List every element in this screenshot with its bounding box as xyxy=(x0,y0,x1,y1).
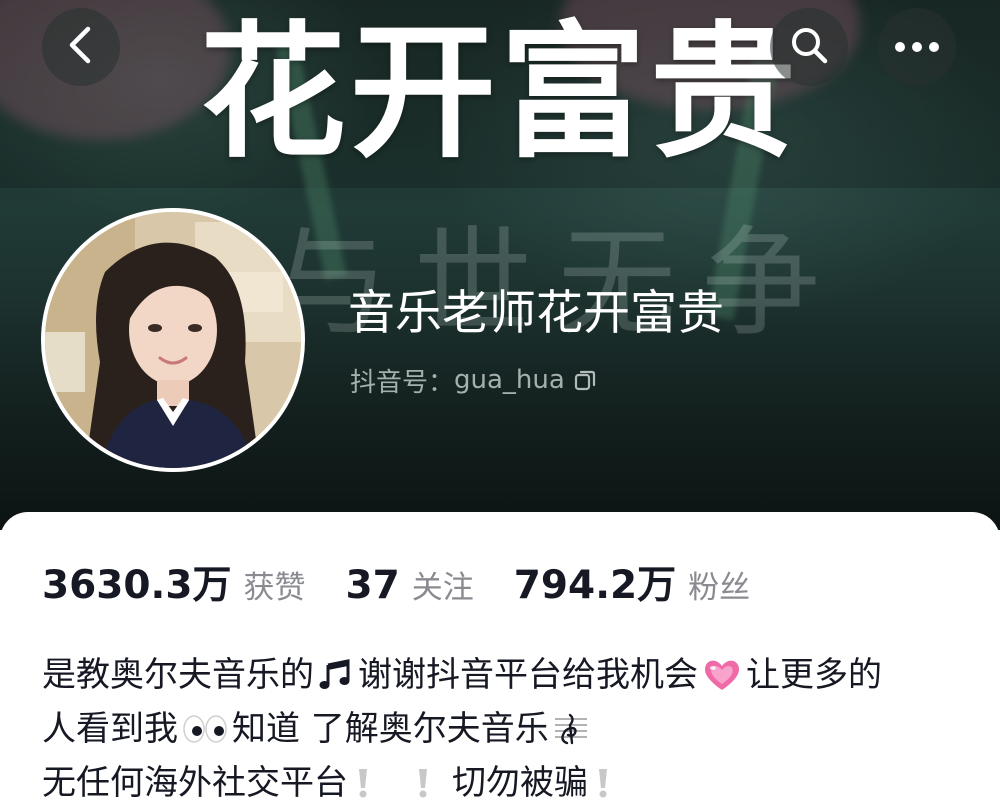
avatar-photo xyxy=(45,212,301,468)
search-button[interactable] xyxy=(770,8,848,86)
followers-count: 794.2万 xyxy=(513,563,677,608)
id-label: 抖音号： xyxy=(350,367,455,398)
bio-line-2: 人看到我 知道 了解奥尔夫音乐 xyxy=(42,702,972,756)
bio-text: 谢谢抖音平台给我机会 xyxy=(358,655,698,695)
bio-line-3: 无任何海外社交平台 切勿被骗 xyxy=(42,756,972,810)
avatar[interactable] xyxy=(41,208,305,472)
douyin-id-row[interactable]: 抖音号： gua_hua xyxy=(350,362,597,398)
copy-icon[interactable] xyxy=(573,368,597,392)
exclamation-icon xyxy=(592,766,614,800)
profile-bio: 是教奥尔夫音乐的 谢谢抖音平台给我机会 让更多的 人看到我 知道 了解奥尔夫音乐… xyxy=(42,648,972,810)
likes-label: 获赞 xyxy=(243,570,306,606)
chevron-left-icon xyxy=(66,25,96,69)
display-name: 音乐老师花开富贵 xyxy=(348,286,724,341)
following-label: 关注 xyxy=(411,570,474,606)
bio-text: 无任何海外社交平台 xyxy=(42,763,348,803)
more-button[interactable] xyxy=(878,8,956,86)
following-count: 37 xyxy=(345,563,400,608)
bio-line-1: 是教奥尔夫音乐的 谢谢抖音平台给我机会 让更多的 xyxy=(42,648,972,702)
exclamation-icon xyxy=(352,766,374,800)
followers-label: 粉丝 xyxy=(688,570,751,606)
heart-icon xyxy=(702,657,742,693)
bio-text: 让更多的 xyxy=(746,655,882,695)
stat-following[interactable]: 37 关注 xyxy=(346,562,474,608)
musical-score-icon xyxy=(553,711,589,747)
banner-title: 花开富贵 xyxy=(200,8,800,178)
bio-text: 人看到我 xyxy=(42,709,178,749)
stats-row: 3630.3万 获赞 37 关注 794.2万 粉丝 xyxy=(42,554,750,610)
more-icon xyxy=(894,38,940,57)
bio-text: 知道 了解奥尔夫音乐 xyxy=(232,709,549,749)
stat-likes[interactable]: 3630.3万 获赞 xyxy=(42,554,306,610)
id-value: gua_hua xyxy=(454,365,565,395)
back-button[interactable] xyxy=(42,8,120,86)
stat-followers[interactable]: 794.2万 粉丝 xyxy=(514,554,750,610)
search-icon xyxy=(787,23,831,71)
eyes-icon xyxy=(182,714,228,744)
bio-text: 切勿被骗 xyxy=(452,763,588,803)
music-note-icon xyxy=(318,657,354,693)
likes-count: 3630.3万 xyxy=(42,563,232,608)
bio-text: 是教奥尔夫音乐的 xyxy=(42,655,314,695)
exclamation-icon xyxy=(412,766,434,800)
